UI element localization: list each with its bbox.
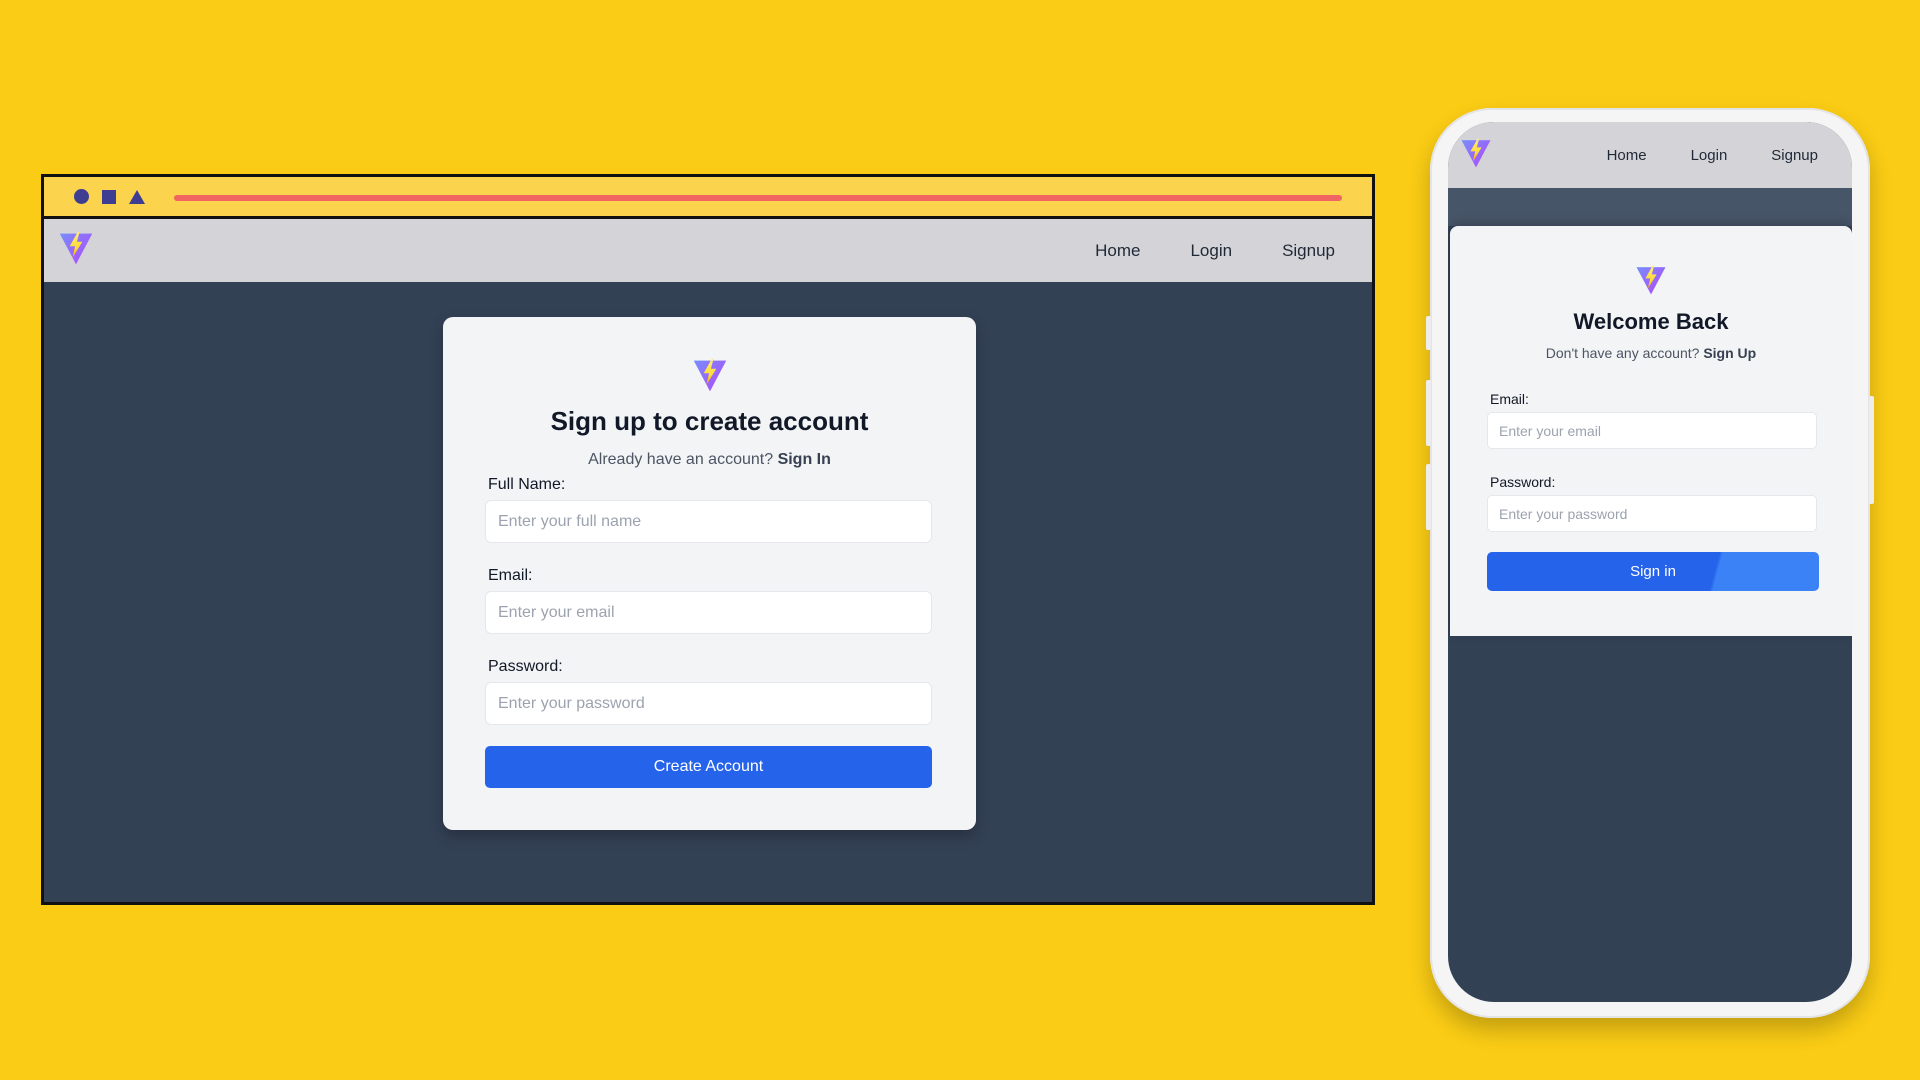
mobile-navbar: Home Login Signup xyxy=(1448,122,1852,188)
nav-link-home[interactable]: Home xyxy=(1607,147,1647,164)
vite-logo-icon xyxy=(692,357,728,398)
vite-logo-icon[interactable] xyxy=(58,230,94,271)
browser-chrome-bar xyxy=(44,177,1372,219)
mobile-nav-links: Home Login Signup xyxy=(1563,147,1818,164)
signup-card: Sign up to create account Already have a… xyxy=(443,317,976,830)
triangle-icon xyxy=(129,189,145,204)
sign-in-link[interactable]: Sign In xyxy=(778,451,831,468)
vite-logo-icon xyxy=(1635,264,1667,301)
phone-power-button xyxy=(1869,396,1874,504)
signup-subtitle: Already have an account? Sign In xyxy=(485,451,934,469)
nav-link-home[interactable]: Home xyxy=(1095,241,1140,261)
password-label: Password: xyxy=(488,658,563,675)
nav-link-login[interactable]: Login xyxy=(1190,241,1232,261)
email-label: Email: xyxy=(488,567,533,584)
sign-up-link[interactable]: Sign Up xyxy=(1703,345,1756,361)
mobile-email-group: Email: xyxy=(1487,391,1817,449)
phone-mockup: Home Login Signup Welcome Back Don't hav… xyxy=(1426,108,1874,1018)
nav-link-signup[interactable]: Signup xyxy=(1282,241,1335,261)
create-account-button[interactable]: Create Account xyxy=(485,746,932,788)
full-name-label: Full Name: xyxy=(488,476,566,493)
email-group: Email: xyxy=(485,567,934,634)
nav-link-signup[interactable]: Signup xyxy=(1771,147,1818,164)
full-name-group: Full Name: xyxy=(485,476,934,543)
phone-volume-button xyxy=(1426,380,1431,446)
password-group: Password: xyxy=(485,658,934,725)
vite-logo-icon[interactable] xyxy=(1460,137,1492,174)
email-input[interactable] xyxy=(485,591,932,634)
square-icon xyxy=(102,189,116,204)
mobile-password-input[interactable] xyxy=(1487,495,1817,532)
sign-in-button[interactable]: Sign in xyxy=(1487,552,1819,591)
mobile-password-group: Password: xyxy=(1487,474,1817,532)
signin-title: Welcome Back xyxy=(1573,309,1729,334)
address-bar[interactable] xyxy=(174,195,1342,201)
signup-subtitle-text: Already have an account? xyxy=(588,451,774,468)
signin-subtitle-text: Don't have any account? xyxy=(1545,345,1700,361)
password-input[interactable] xyxy=(485,682,932,725)
mobile-password-label: Password: xyxy=(1490,474,1556,490)
signin-subtitle: Don't have any account? Sign Up xyxy=(1487,345,1815,361)
signin-card: Welcome Back Don't have any account? Sig… xyxy=(1450,226,1852,636)
desktop-navbar: Home Login Signup xyxy=(44,219,1372,282)
nav-link-login[interactable]: Login xyxy=(1691,147,1728,164)
mobile-email-label: Email: xyxy=(1490,391,1529,407)
phone-volume-button xyxy=(1426,316,1431,350)
desktop-browser-window: Home Login Signup Sign up to create acco… xyxy=(41,174,1375,905)
circle-icon xyxy=(74,189,89,204)
full-name-input[interactable] xyxy=(485,500,932,543)
signup-title: Sign up to create account xyxy=(550,406,869,436)
desktop-nav-links: Home Login Signup xyxy=(1045,241,1335,261)
mobile-header-strip xyxy=(1448,188,1852,226)
phone-volume-button xyxy=(1426,464,1431,530)
mobile-email-input[interactable] xyxy=(1487,412,1817,449)
phone-screen: Home Login Signup Welcome Back Don't hav… xyxy=(1448,122,1852,1002)
